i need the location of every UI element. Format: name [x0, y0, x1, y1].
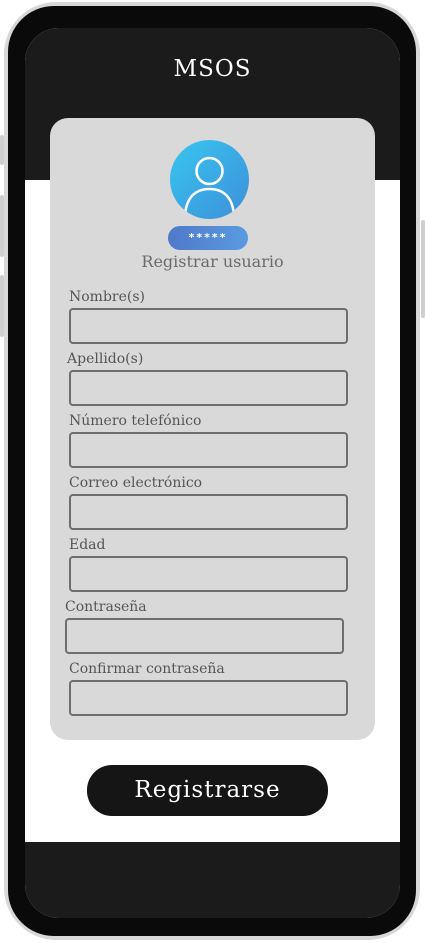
user-avatar-icon — [170, 140, 249, 219]
apellido-input[interactable] — [69, 370, 348, 406]
app-title: MSOS — [173, 56, 252, 82]
field-label-apellido: Apellido(s) — [67, 351, 144, 367]
field-label-confirmar-contrasena: Confirmar contraseña — [69, 661, 225, 677]
phone-volume-up-button — [0, 195, 4, 257]
phone-screen: MSOS ***** Registrar usuario Nombre(s) A… — [25, 28, 400, 918]
telefono-input[interactable] — [69, 432, 348, 468]
field-label-correo: Correo electrónico — [69, 475, 203, 491]
confirmar-contrasena-input[interactable] — [69, 680, 348, 716]
user-silhouette-icon — [183, 156, 236, 219]
phone-volume-down-button — [0, 275, 4, 337]
field-label-edad: Edad — [69, 537, 106, 553]
field-label-telefono: Número telefónico — [69, 413, 202, 429]
app-footer — [25, 842, 400, 918]
correo-input[interactable] — [69, 494, 348, 530]
field-label-contrasena: Contraseña — [65, 599, 147, 615]
card-title: Registrar usuario — [141, 252, 284, 271]
nombre-input[interactable] — [69, 308, 348, 344]
register-button[interactable]: Registrarse — [87, 765, 328, 816]
edad-input[interactable] — [69, 556, 348, 592]
contrasena-input[interactable] — [65, 618, 344, 654]
phone-mute-switch — [0, 135, 4, 165]
pin-badge: ***** — [168, 226, 248, 250]
phone-power-button — [421, 220, 425, 318]
field-label-nombre: Nombre(s) — [69, 289, 146, 305]
